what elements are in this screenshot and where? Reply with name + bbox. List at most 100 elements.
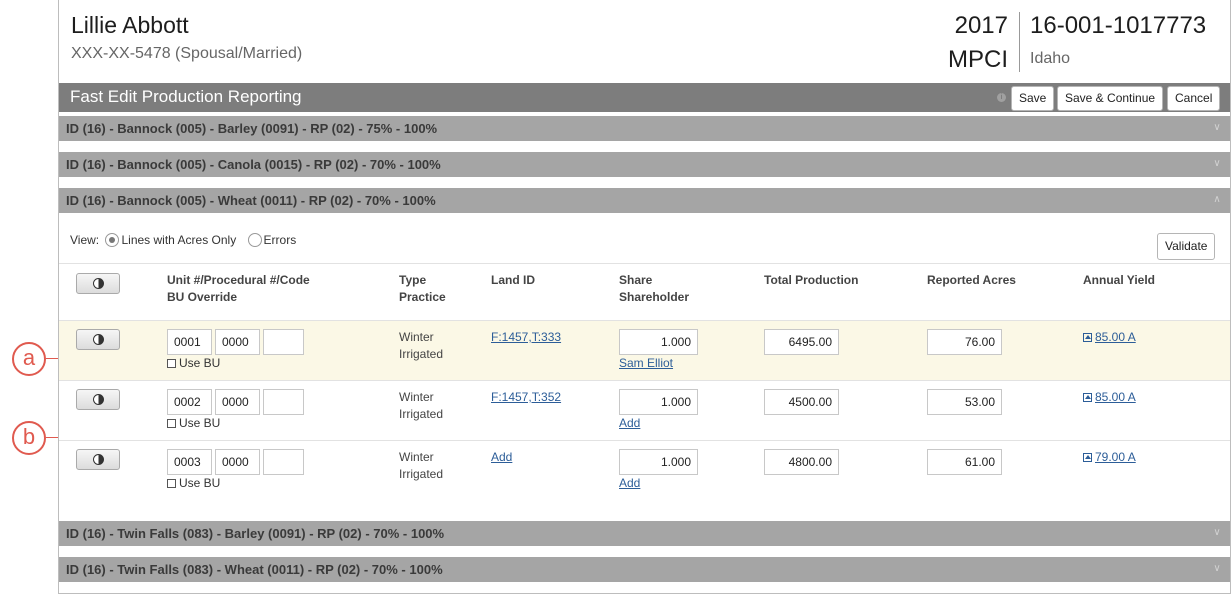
expand-up-icon [1083,453,1092,462]
annual-yield-link[interactable]: 79.00 A [1083,450,1136,464]
radio-errors-label[interactable]: Errors [264,233,297,247]
column-header-reported-acres: Reported Acres [927,273,1016,287]
insured-ssn: XXX-XX-5478 (Spousal/Married) [71,45,303,62]
crop-year: 2017 [954,12,1008,39]
share-input[interactable]: 1.000 [619,329,698,355]
code-input[interactable] [263,449,304,475]
type-value: Winter [399,390,434,404]
section-title: ID (16) - Twin Falls (083) - Barley (009… [66,526,445,541]
callout-a: a [12,342,46,376]
add-shareholder-link[interactable]: Add [619,476,640,490]
share-input[interactable]: 1.000 [619,389,698,415]
page-title: Fast Edit Production Reporting [70,87,302,106]
annual-yield-value[interactable]: 85.00 A [1095,330,1136,344]
insured-name: Lillie Abbott [71,12,189,38]
procedural-number-input[interactable]: 0000 [215,389,260,415]
policy-state: Idaho [1030,50,1071,67]
share-input[interactable]: 1.000 [619,449,698,475]
type-practice: Winter Irrigated [399,449,443,483]
column-header-unit-line1: Unit #/Procedural #/Code [167,273,310,287]
annual-yield-link[interactable]: 85.00 A [1083,330,1136,344]
expand-up-icon [1083,393,1092,402]
use-bu-checkbox[interactable]: Use BU [167,356,220,370]
total-production-input[interactable]: 4500.00 [764,389,839,415]
column-header-unit: Unit #/Procedural #/Code BU Override [167,272,310,306]
unit-number-input[interactable]: 0003 [167,449,212,475]
total-production-input[interactable]: 4800.00 [764,449,839,475]
type-practice: Winter Irrigated [399,389,443,423]
total-production-input[interactable]: 6495.00 [764,329,839,355]
column-header-share-line1: Share [619,273,653,287]
checkbox-box[interactable] [167,479,176,488]
use-bu-label: Use BU [179,356,221,370]
type-value: Winter [399,450,434,464]
section-header[interactable]: ID (16) - Twin Falls (083) - Barley (009… [59,521,1230,546]
chevron-down-icon: ∨ [1213,122,1221,133]
checkbox-box[interactable] [167,419,176,428]
section-header[interactable]: ID (16) - Bannock (005) - Barley (0091) … [59,116,1230,141]
reported-acres-input[interactable]: 61.00 [927,449,1002,475]
section-header[interactable]: ID (16) - Twin Falls (083) - Wheat (0011… [59,557,1230,582]
annual-yield-value[interactable]: 79.00 A [1095,450,1136,464]
column-header-type-line2: Practice [399,290,446,304]
callout-b: b [12,421,46,455]
column-header-share-line2: Shareholder [619,290,690,304]
practice-value: Irrigated [399,407,444,421]
use-bu-label: Use BU [179,416,221,430]
use-bu-checkbox[interactable]: Use BU [167,476,220,490]
procedural-number-input[interactable]: 0000 [215,329,260,355]
radio-lines-with-acres-label[interactable]: Lines with Acres Only [121,233,236,247]
save-button[interactable]: Save [1011,86,1055,111]
code-input[interactable] [263,389,304,415]
annual-yield-link[interactable]: 85.00 A [1083,390,1136,404]
procedural-number-input[interactable]: 0000 [215,449,260,475]
shareholder-link[interactable]: Sam Elliot [619,356,673,370]
reported-acres-input[interactable]: 76.00 [927,329,1002,355]
policy-number: 16-001-1017773 [1030,12,1207,39]
radio-lines-with-acres[interactable] [105,233,120,247]
contrast-icon [93,394,104,405]
add-land-id-link[interactable]: Add [491,450,512,464]
chevron-down-icon: ∨ [1213,527,1221,538]
reported-acres-input[interactable]: 53.00 [927,389,1002,415]
land-id-link[interactable]: F:1457,T:333 [491,330,561,344]
annual-yield-value[interactable]: 85.00 A [1095,390,1136,404]
code-input[interactable] [263,329,304,355]
section-header-expanded[interactable]: ID (16) - Bannock (005) - Wheat (0011) -… [59,188,1230,213]
plan-type: MPCI [948,46,1008,73]
column-header-total-production: Total Production [764,273,859,287]
toggle-all-button[interactable] [76,273,120,294]
section-title: ID (16) - Bannock (005) - Barley (0091) … [66,121,438,136]
type-practice: Winter Irrigated [399,329,443,363]
callout-a-label: a [22,345,36,370]
row-toggle-button[interactable] [76,329,120,350]
section-title: ID (16) - Twin Falls (083) - Wheat (0011… [66,562,443,577]
unit-number-input[interactable]: 0002 [167,389,212,415]
info-icon[interactable]: i [997,93,1006,102]
chevron-down-icon: ∨ [1213,158,1221,169]
column-header-type: Type Practice [399,272,446,306]
page-titlebar: Fast Edit Production Reporting i Save Sa… [59,83,1230,112]
practice-value: Irrigated [399,467,444,481]
use-bu-checkbox[interactable]: Use BU [167,416,220,430]
contrast-icon [93,278,104,289]
header-divider [1019,12,1020,72]
row-toggle-button[interactable] [76,449,120,470]
checkbox-box[interactable] [167,359,176,368]
view-filter: View: Lines with Acres Only Errors [70,233,296,247]
radio-errors[interactable] [247,233,262,247]
column-header-annual-yield: Annual Yield [1083,273,1156,287]
type-value: Winter [399,330,434,344]
validate-button[interactable]: Validate [1157,233,1216,260]
column-header-unit-line2: BU Override [167,290,238,304]
land-id-link[interactable]: F:1457,T:352 [491,390,561,404]
contrast-icon [93,454,104,465]
add-shareholder-link[interactable]: Add [619,416,640,430]
save-continue-button[interactable]: Save & Continue [1057,86,1164,111]
cancel-button[interactable]: Cancel [1167,86,1221,111]
row-toggle-button[interactable] [76,389,120,410]
table-row: 0001 0000 Use BU Winter Irrigated F:1457,… [59,321,1230,381]
unit-number-input[interactable]: 0001 [167,329,212,355]
column-header-type-line1: Type [399,273,427,287]
section-header[interactable]: ID (16) - Bannock (005) - Canola (0015) … [59,152,1230,177]
